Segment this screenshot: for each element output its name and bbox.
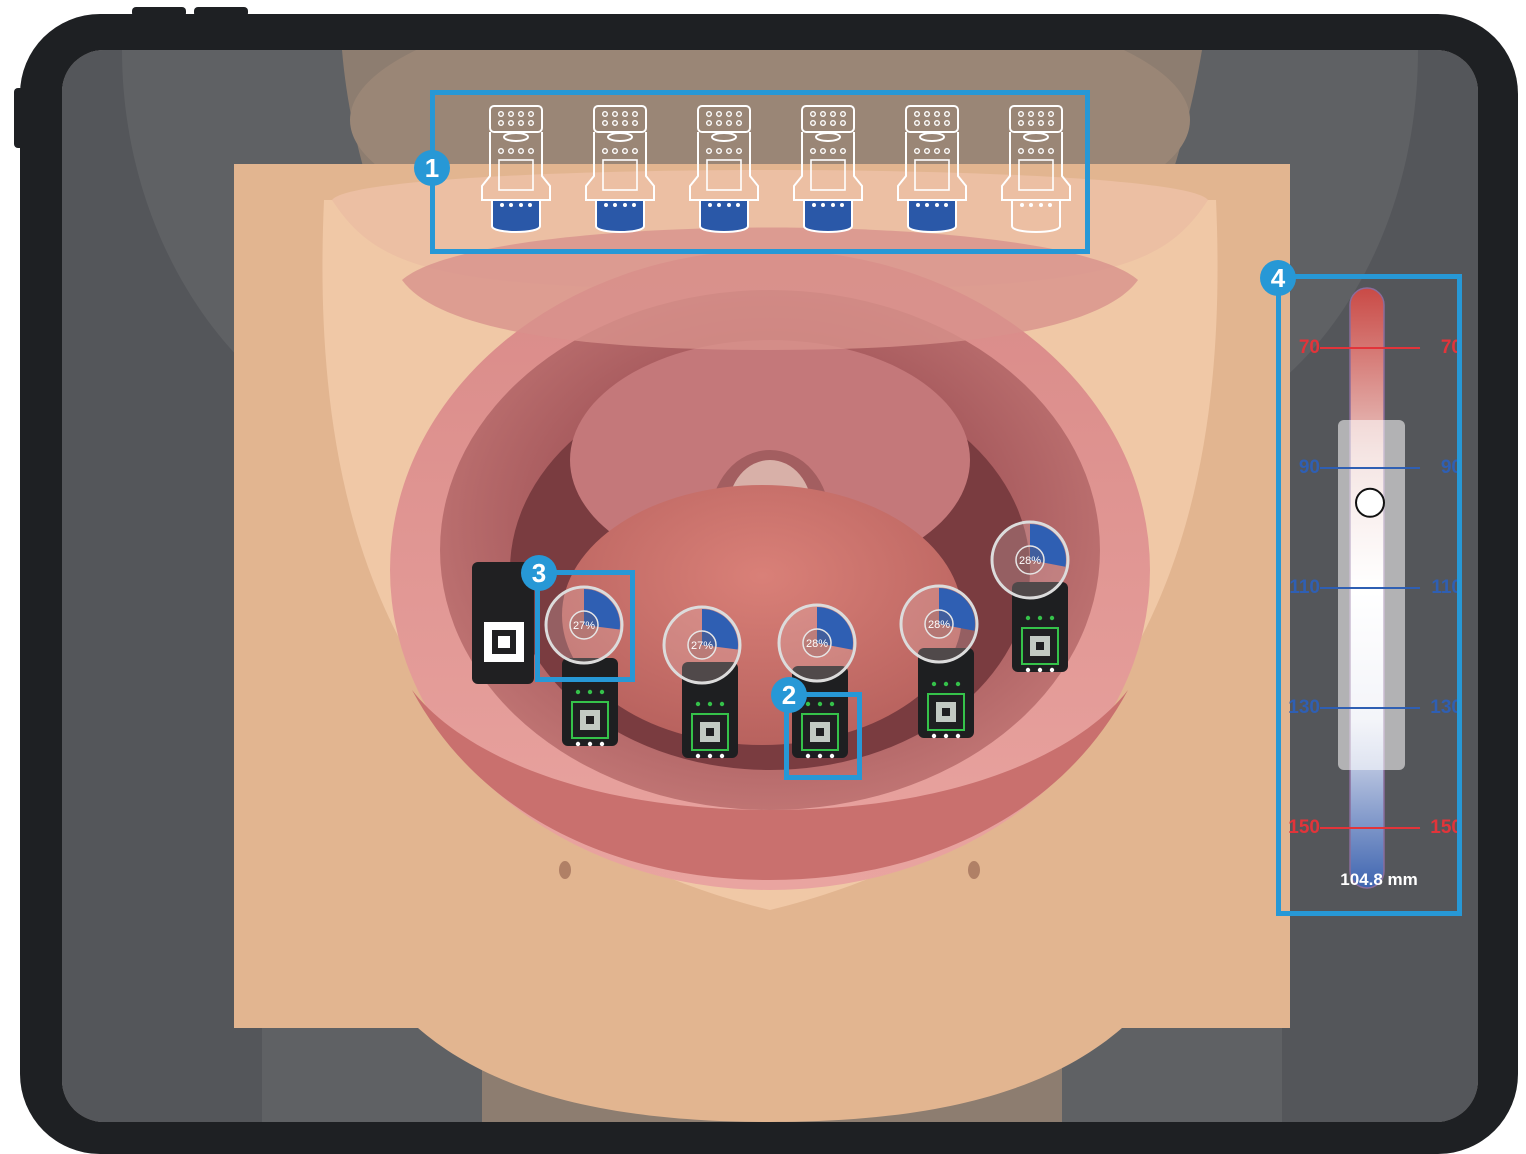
callout-badge-1: 1	[414, 150, 450, 186]
progress-label: 27%	[691, 640, 713, 652]
callout-box-gauge	[1276, 274, 1462, 916]
progress-label: 28%	[1019, 555, 1041, 567]
progress-ring-3: 28%	[777, 603, 857, 683]
progress-ring-4: 28%	[899, 584, 979, 664]
ar-screen: 27% 27% 28% 28% 28% 70 70 90 90 110 110 130 130 150 1…	[62, 50, 1478, 1122]
callout-box-tray	[430, 90, 1090, 254]
top-button-1	[132, 7, 186, 17]
callout-badge-4: 4	[1260, 260, 1296, 296]
progress-ring-2: 27%	[662, 605, 742, 685]
callout-badge-3: 3	[521, 555, 557, 591]
progress-label: 28%	[928, 619, 950, 631]
callout-badge-2: 2	[771, 677, 807, 713]
top-button-2	[194, 7, 248, 17]
side-button	[14, 88, 24, 148]
progress-label: 28%	[806, 638, 828, 650]
progress-ring-5: 28%	[990, 520, 1070, 600]
